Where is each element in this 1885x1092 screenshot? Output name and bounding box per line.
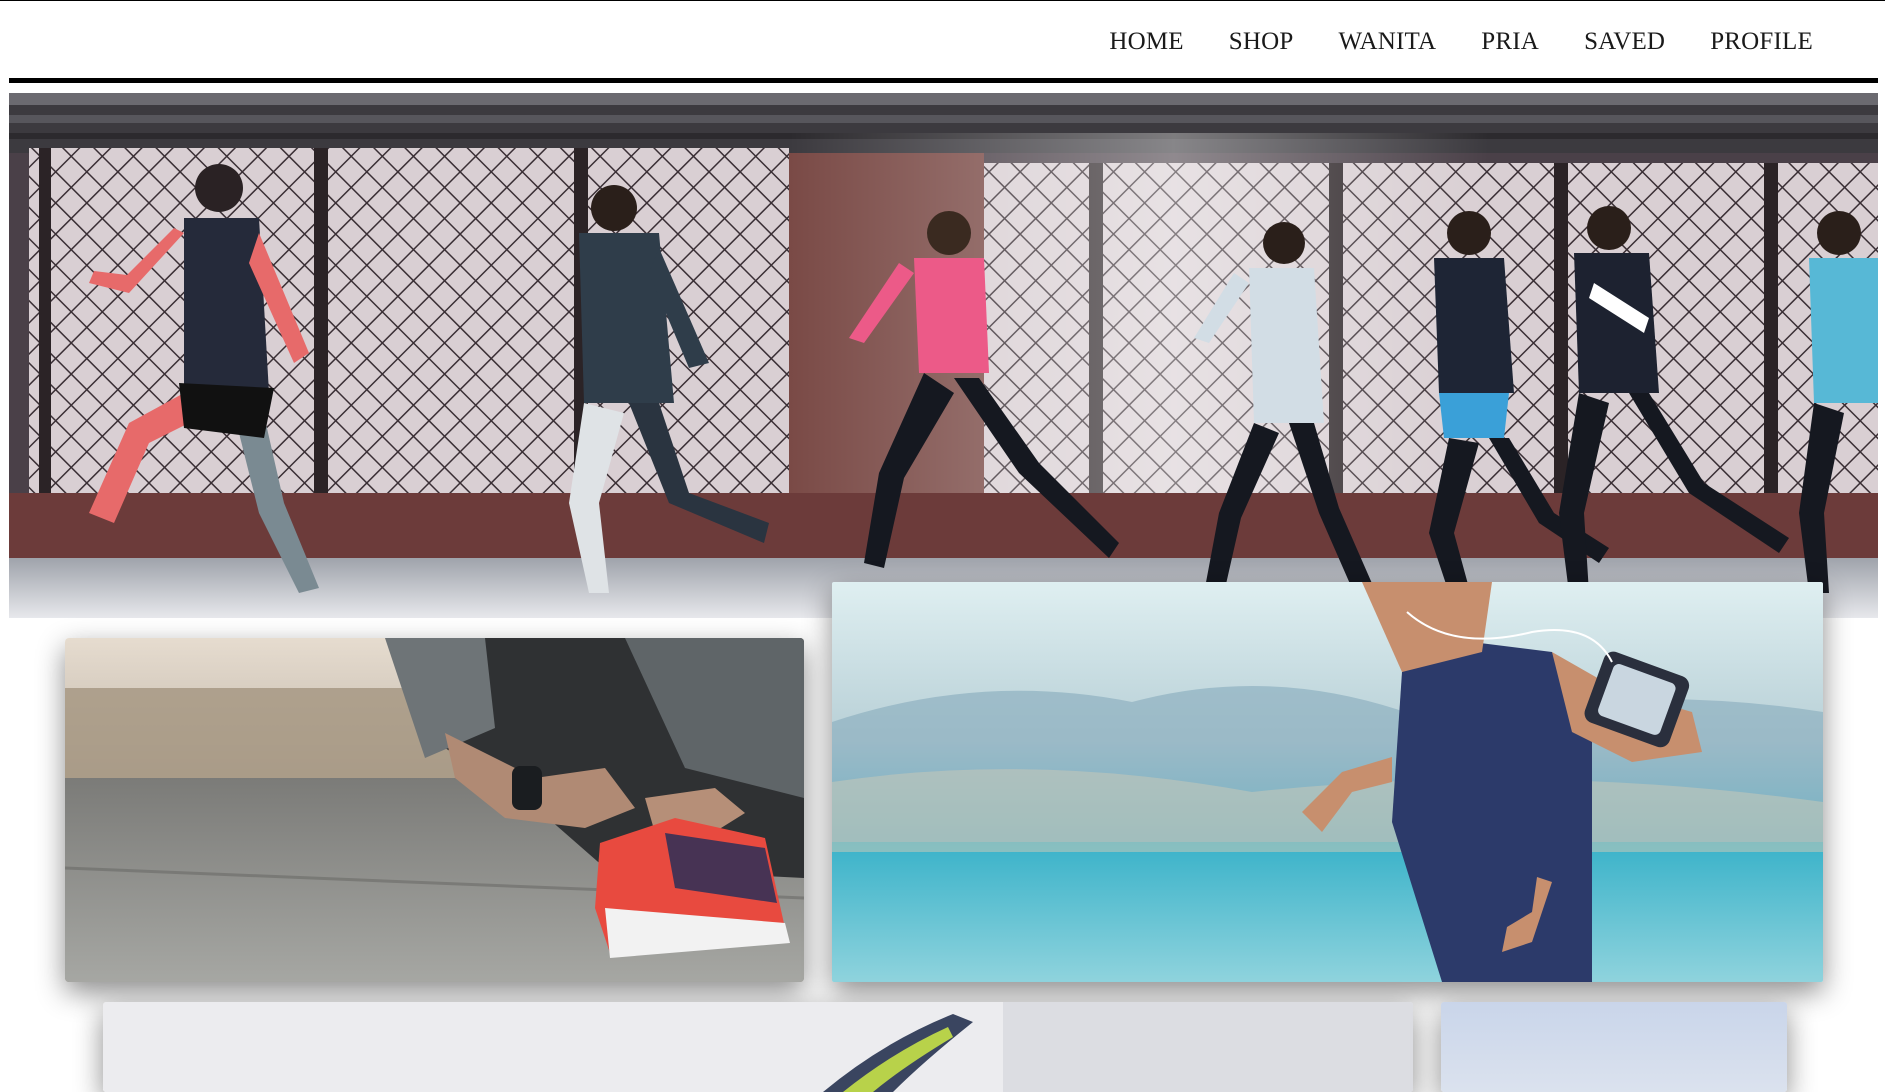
- nav-saved[interactable]: SAVED: [1584, 28, 1665, 56]
- nav-profile[interactable]: PROFILE: [1710, 28, 1813, 56]
- top-border: [0, 0, 1885, 1]
- nav-shop[interactable]: SHOP: [1229, 28, 1294, 56]
- nav-divider: [9, 78, 1878, 83]
- tying-shoe-image: [65, 638, 804, 982]
- nav-wanita[interactable]: WANITA: [1339, 28, 1437, 56]
- main-nav: HOME SHOP WANITA PRIA SAVED PROFILE: [1064, 28, 1813, 56]
- nav-pria[interactable]: PRIA: [1481, 28, 1539, 56]
- nav-home[interactable]: HOME: [1109, 28, 1183, 56]
- hero-image: [9, 93, 1878, 618]
- runner-armband-image: [832, 582, 1823, 982]
